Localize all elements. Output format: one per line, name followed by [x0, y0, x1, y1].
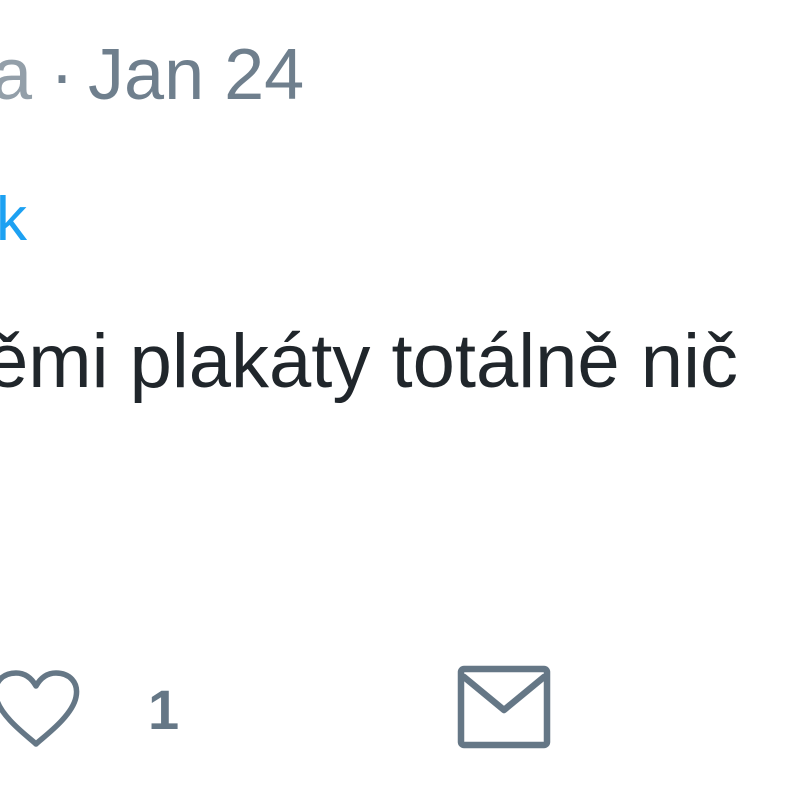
- tweet-actions: 1: [0, 640, 808, 770]
- heart-icon: [0, 670, 80, 747]
- tweet-meta: a · Jan 24: [0, 30, 304, 120]
- tweet-card: a · Jan 24 k ěmi plakáty totálně nič 1: [0, 0, 808, 808]
- tweet-text: ěmi plakáty totálně nič: [0, 319, 738, 404]
- envelope-icon: [457, 665, 551, 749]
- meta-separator: ·: [50, 35, 75, 115]
- like-count: 1: [148, 678, 180, 741]
- mention-link[interactable]: k: [0, 189, 27, 251]
- reply-context: k: [0, 185, 27, 255]
- like-button[interactable]: 1: [0, 662, 188, 758]
- tweet-date[interactable]: Jan 24: [88, 39, 304, 111]
- author-name[interactable]: a: [0, 39, 32, 111]
- direct-message-button[interactable]: [456, 662, 552, 752]
